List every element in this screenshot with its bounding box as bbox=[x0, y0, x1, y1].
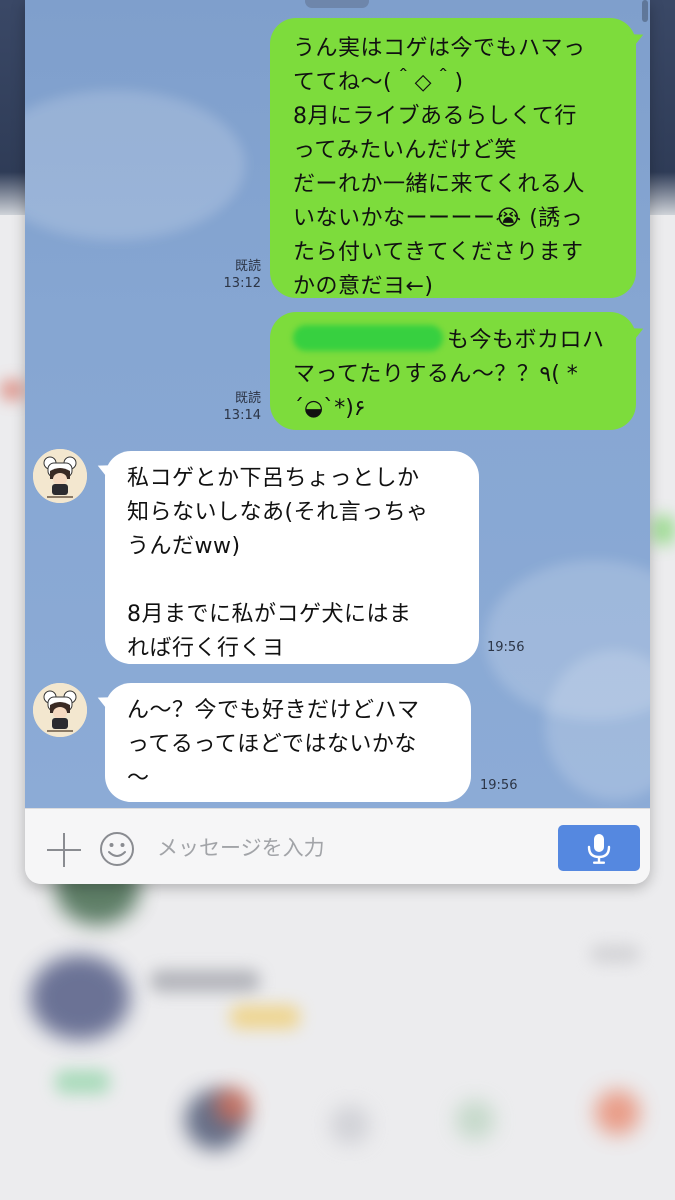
message-line: 私コゲとか下呂ちょっとしか bbox=[127, 466, 420, 491]
voice-input-button[interactable] bbox=[558, 825, 640, 871]
message-line: だーれか一緒に来てくれる人 bbox=[293, 172, 585, 197]
background-cloud bbox=[25, 90, 245, 240]
chat-popup: 既読 13:12 うん実はコゲは今でもハマっ ててね〜(＾◇＾) 8月にライブあ… bbox=[25, 0, 650, 884]
background-tab-icon bbox=[215, 1088, 250, 1123]
redacted-name bbox=[293, 325, 443, 351]
message-line: 8月までに私がコゲ犬にはま bbox=[127, 602, 412, 627]
chat-area[interactable]: 既読 13:12 うん実はコゲは今でもハマっ ててね〜(＾◇＾) 8月にライブあ… bbox=[25, 0, 650, 808]
message-input[interactable] bbox=[157, 831, 537, 865]
background-text bbox=[590, 945, 640, 963]
message-time: 19:56 bbox=[480, 778, 518, 793]
message-line: うん実はコゲは今でもハマっ bbox=[293, 36, 586, 61]
message-line: たら付いてきてくださります bbox=[293, 240, 584, 265]
message-meta: 既読 13:14 bbox=[203, 390, 261, 424]
message-time: 13:12 bbox=[223, 276, 261, 291]
contact-avatar[interactable] bbox=[33, 683, 87, 737]
message-line: うんだww) bbox=[127, 534, 241, 559]
message-line: ってるってほどではないかな bbox=[127, 732, 417, 757]
background-avatar bbox=[30, 955, 130, 1040]
message-line: 8月にライブあるらしくて行 bbox=[293, 104, 577, 129]
message-time: 13:14 bbox=[223, 408, 261, 423]
drag-handle[interactable] bbox=[305, 0, 369, 8]
background-text bbox=[652, 515, 675, 545]
message-line: も今もボカロハ bbox=[293, 324, 616, 358]
microphone-icon bbox=[587, 834, 611, 864]
smile-icon[interactable] bbox=[99, 831, 135, 867]
contact-avatar[interactable] bbox=[33, 449, 87, 503]
message-line: 知らないしなあ(それ言っちゃ bbox=[127, 500, 429, 525]
message-line: マってたりするん〜？？٩( * bbox=[293, 362, 578, 387]
scrollbar[interactable] bbox=[642, 0, 648, 22]
message-time: 19:56 bbox=[487, 640, 525, 655]
read-receipt: 既読 bbox=[234, 259, 261, 274]
plus-icon[interactable] bbox=[47, 833, 81, 867]
background-tab-icon bbox=[595, 1090, 640, 1135]
message-line: れば行く行くヨ bbox=[127, 636, 285, 661]
message-text: も今もボカロハ bbox=[447, 328, 605, 353]
background-text bbox=[0, 380, 25, 400]
incoming-message[interactable]: ん〜？今でも好きだけどハマ ってるってほどではないかな 〜 bbox=[105, 683, 471, 802]
background-text bbox=[150, 970, 260, 992]
message-line: いないかなーーーー😭 (誘っ bbox=[293, 206, 584, 231]
background-tab-icon bbox=[455, 1100, 495, 1140]
message-line: ん〜？今でも好きだけどハマ bbox=[127, 698, 420, 723]
incoming-message[interactable]: 私コゲとか下呂ちょっとしか 知らないしなあ(それ言っちゃ うんだww) 8月まで… bbox=[105, 451, 479, 664]
avatar-illustration bbox=[33, 449, 87, 503]
message-line: かの意だヨ←) bbox=[293, 274, 434, 299]
message-line: ってみたいんだけど笑 bbox=[293, 138, 517, 163]
avatar-illustration bbox=[33, 683, 87, 737]
background-tab-icon bbox=[330, 1105, 370, 1145]
message-line: ててね〜(＾◇＾) bbox=[293, 70, 464, 95]
message-input-bar bbox=[25, 808, 650, 884]
message-meta: 既読 13:12 bbox=[203, 258, 261, 292]
outgoing-message[interactable]: も今もボカロハ マってたりするん〜？？٩( * ´◒`*)۶ bbox=[270, 312, 636, 430]
message-line: ´◒`*)۶ bbox=[293, 396, 366, 421]
outgoing-message[interactable]: うん実はコゲは今でもハマっ ててね〜(＾◇＾) 8月にライブあるらしくて行 って… bbox=[270, 18, 636, 299]
message-line bbox=[127, 564, 461, 598]
message-line: 〜 bbox=[127, 766, 150, 791]
read-receipt: 既読 bbox=[234, 391, 261, 406]
background-badge bbox=[230, 1005, 300, 1029]
background-badge bbox=[55, 1070, 110, 1094]
